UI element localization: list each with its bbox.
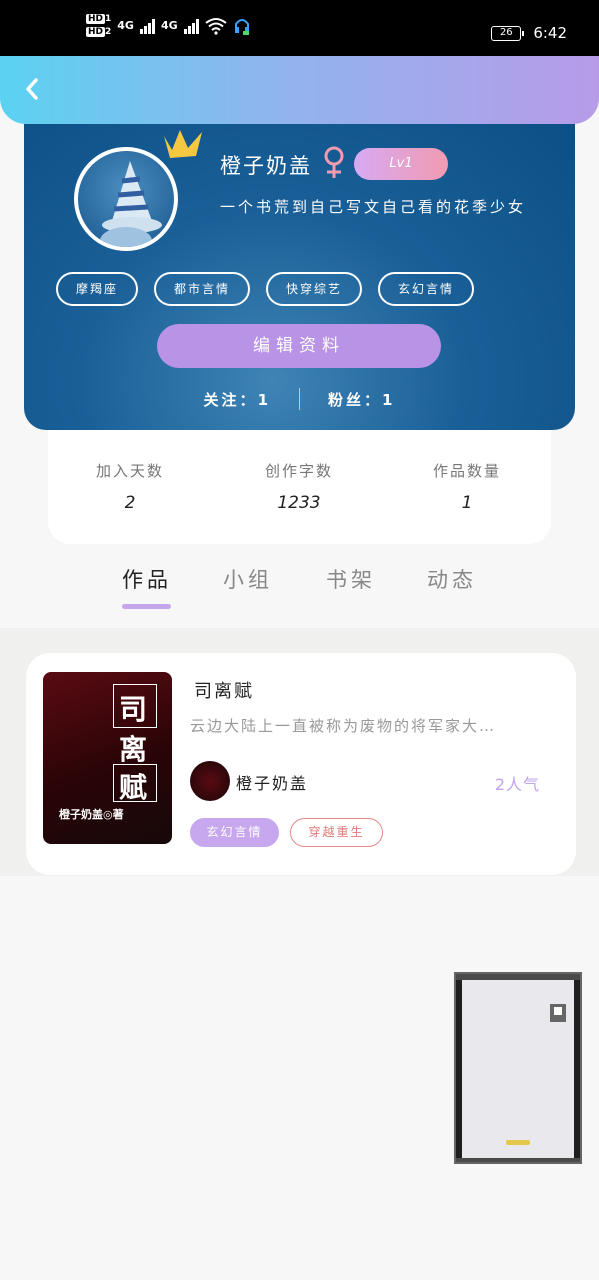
stat-value: 1233 [277, 493, 321, 513]
follow-divider [299, 388, 300, 410]
wifi-icon [205, 17, 227, 35]
status-bar: HD 1 HD 2 4G 4G 26 6:42 [0, 0, 599, 56]
work-description: 云边大陆上一直被称为废物的将军家大… [190, 717, 497, 735]
status-right: 26 6:42 [491, 24, 567, 42]
mini-preview-screen [462, 980, 574, 1158]
tab-groups[interactable]: 小组 [223, 564, 273, 594]
following-value: 1 [257, 390, 271, 409]
work-tag[interactable]: 玄幻言情 [190, 818, 279, 847]
cover-char: 离 [119, 733, 148, 766]
floating-preview-window[interactable] [454, 972, 582, 1164]
tab-activity[interactable]: 动态 [427, 564, 477, 594]
followers-value: 1 [382, 390, 396, 409]
app-icon [550, 1004, 566, 1022]
popularity: 2人气 [494, 775, 540, 794]
profile-tag[interactable]: 摩羯座 [56, 272, 139, 306]
stat-value: 1 [461, 493, 473, 513]
followers-count[interactable]: 粉丝：1 [328, 389, 395, 410]
crown-icon [164, 130, 202, 158]
back-arrow-icon [26, 78, 38, 100]
active-tab-indicator [122, 604, 171, 609]
following-label: 关注： [203, 390, 258, 409]
profile-tag[interactable]: 快穿综艺 [266, 272, 363, 306]
follow-stats: 关注：1 粉丝：1 [24, 388, 575, 410]
mini-status-bar [462, 980, 574, 988]
battery-icon: 26 [491, 25, 525, 41]
stats-card: 加入天数 2 创作字数 1233 作品数量 1 [48, 420, 551, 544]
stat-word-count: 创作字数 1233 [229, 460, 369, 513]
tab-bookshelf[interactable]: 书架 [326, 564, 376, 594]
female-gender-icon [324, 146, 344, 178]
work-card[interactable]: 司 离 赋 橙子奶盖◎著 司离赋 云边大陆上一直被称为废物的将军家大… 橙子奶盖… [26, 653, 576, 875]
content-tabs: 作品 小组 书架 动态 [0, 560, 599, 630]
hd1-indicator: HD 1 [86, 14, 112, 24]
hd-indicators: HD 1 HD 2 [86, 14, 111, 37]
header-bar [0, 56, 599, 124]
bio: 一个书荒到自己写文自己看的花季少女 [220, 198, 527, 216]
avatar-illustration [100, 161, 162, 247]
clock: 6:42 [533, 24, 567, 42]
works-list: 司 离 赋 橙子奶盖◎著 司离赋 云边大陆上一直被称为废物的将军家大… 橙子奶盖… [0, 628, 599, 876]
cover-char: 赋 [119, 771, 148, 804]
book-cover[interactable]: 司 离 赋 橙子奶盖◎著 [43, 672, 172, 844]
profile-tag[interactable]: 玄幻言情 [378, 272, 475, 306]
avatar[interactable] [74, 147, 178, 251]
network-type-1: 4G [117, 19, 134, 32]
mini-indicator [506, 1140, 530, 1145]
stat-join-days: 加入天数 2 [60, 460, 200, 513]
work-title[interactable]: 司离赋 [194, 677, 254, 703]
stat-label: 加入天数 [95, 462, 164, 480]
cover-author: 橙子奶盖◎著 [59, 808, 124, 821]
headset-icon [234, 18, 249, 35]
stat-label: 作品数量 [432, 462, 501, 480]
edit-profile-button[interactable]: 编辑资料 [157, 324, 441, 368]
profile-tag[interactable]: 都市言情 [154, 272, 251, 306]
stat-value: 2 [124, 493, 136, 513]
signal-icon-1 [139, 18, 155, 34]
work-tag[interactable]: 穿越重生 [290, 818, 383, 847]
author-name[interactable]: 橙子奶盖 [236, 770, 308, 794]
signal-icon-2 [183, 18, 199, 34]
battery-level: 26 [499, 26, 513, 38]
hd2-indicator: HD 2 [86, 27, 112, 37]
network-type-2: 4G [160, 19, 178, 32]
profile-card: 橙子奶盖 Lv1 一个书荒到自己写文自己看的花季少女 摩羯座 都市言情 快穿综艺… [24, 110, 575, 430]
tab-works[interactable]: 作品 [122, 564, 172, 594]
username: 橙子奶盖 [220, 154, 312, 178]
stat-work-count: 作品数量 1 [397, 460, 537, 513]
cover-char: 司 [119, 693, 148, 726]
back-button[interactable] [18, 74, 46, 104]
followers-label: 粉丝： [328, 390, 383, 409]
author-avatar[interactable] [190, 761, 230, 801]
following-count[interactable]: 关注：1 [204, 389, 271, 410]
stat-label: 创作字数 [264, 462, 333, 480]
status-left: HD 1 HD 2 4G 4G [86, 14, 251, 37]
level-badge: Lv1 [354, 148, 448, 180]
profile-tags: 摩羯座 都市言情 快穿综艺 玄幻言情 [56, 272, 475, 306]
mini-preview-edge [574, 980, 580, 1158]
